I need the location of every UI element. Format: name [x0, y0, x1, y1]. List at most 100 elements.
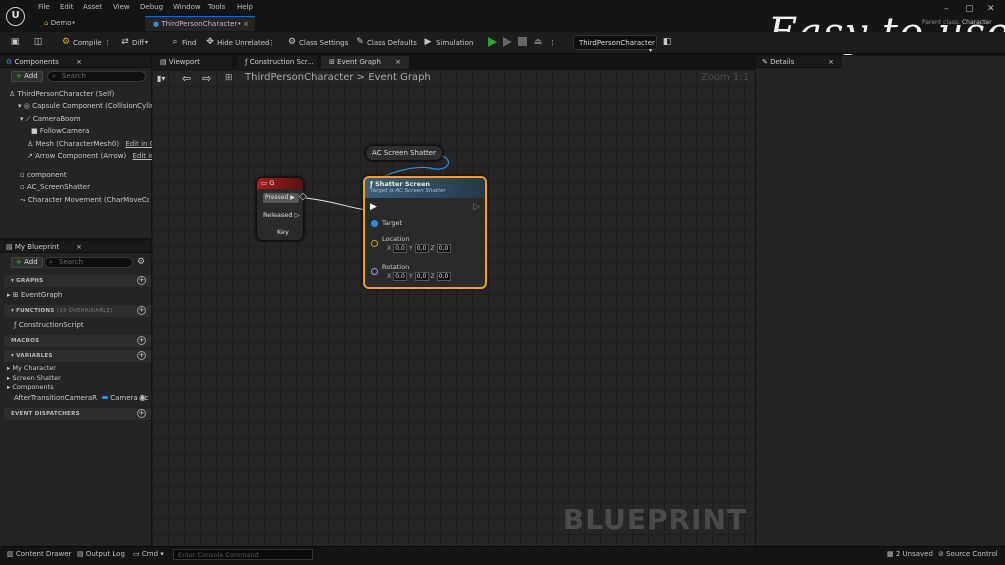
- add-function-icon[interactable]: +: [137, 306, 146, 315]
- exec-out-diamond-icon[interactable]: ◇: [299, 191, 307, 202]
- simulation-button[interactable]: Simulation: [436, 36, 473, 50]
- target-pin-icon[interactable]: [371, 220, 378, 227]
- graphs-section[interactable]: ▾ GRAPHS: [4, 275, 151, 287]
- settings-gear-icon[interactable]: ⚙: [137, 257, 145, 267]
- close-icon[interactable]: ×: [76, 243, 82, 251]
- add-dispatcher-icon[interactable]: +: [137, 409, 146, 418]
- class-settings-button[interactable]: Class Settings: [299, 36, 348, 50]
- play-icon[interactable]: [488, 37, 497, 47]
- component-cameraboom[interactable]: ▾ ⟋ CameraBoom: [20, 115, 81, 124]
- class-defaults-icon[interactable]: ✎: [354, 36, 366, 48]
- location-z-field[interactable]: 0,0: [436, 244, 451, 253]
- class-settings-icon[interactable]: ⚙: [286, 36, 298, 48]
- diff-icon[interactable]: ⇄: [119, 36, 131, 48]
- step-icon[interactable]: [503, 37, 512, 47]
- released-pin[interactable]: Released ▷: [263, 211, 300, 219]
- hide-unrelated-button[interactable]: Hide Unrelated: [217, 36, 270, 50]
- chevron-down-icon[interactable]: ▾: [145, 36, 148, 50]
- compile-button[interactable]: Compile: [73, 36, 102, 50]
- output-log-button[interactable]: ▤ Output Log: [77, 550, 125, 558]
- content-drawer-button[interactable]: ▥ Content Drawer: [7, 550, 71, 558]
- menu-help[interactable]: Help: [237, 3, 253, 11]
- rotation-x-field[interactable]: 0,0: [393, 272, 408, 281]
- tab-event-graph[interactable]: ⊞ Event Graph ×: [321, 56, 409, 69]
- variables-section[interactable]: ▾ VARIABLES: [4, 350, 151, 362]
- more-options-icon[interactable]: ⋮: [268, 36, 275, 50]
- class-defaults-button[interactable]: Class Defaults: [367, 36, 417, 50]
- hide-unrelated-icon[interactable]: ✥: [204, 36, 216, 48]
- close-icon[interactable]: ×: [243, 20, 249, 28]
- functions-section[interactable]: ▾ FUNCTIONS (33 OVERRIDABLE): [4, 305, 151, 317]
- close-icon[interactable]: ×: [828, 58, 834, 66]
- ac-screen-shatter-getter-node[interactable]: AC Screen Shatter: [365, 145, 443, 161]
- variable-group-components[interactable]: ▸ Components: [7, 383, 53, 391]
- compile-options-icon[interactable]: ⋮: [104, 36, 111, 50]
- window-close-icon[interactable]: ✕: [987, 4, 995, 14]
- location-x-field[interactable]: 0,0: [393, 244, 408, 253]
- menu-view[interactable]: View: [113, 3, 130, 11]
- add-graph-icon[interactable]: +: [137, 276, 146, 285]
- close-icon[interactable]: ×: [395, 58, 401, 66]
- menu-asset[interactable]: Asset: [83, 3, 102, 11]
- console-command-input[interactable]: Enter Console Command: [173, 549, 313, 560]
- debug-object-select[interactable]: ThirdPersonCharacter ▾: [573, 35, 657, 54]
- source-control-button[interactable]: ⊘ Source Control: [938, 550, 998, 558]
- blueprint-search-input[interactable]: ⌕ Search: [44, 257, 133, 268]
- unsaved-button[interactable]: ▦ 2 Unsaved: [887, 550, 933, 558]
- doc-tab-blueprint[interactable]: ● ThirdPersonCharacter• ×: [145, 16, 255, 31]
- add-variable-icon[interactable]: +: [137, 351, 146, 360]
- rotation-y-field[interactable]: 0,0: [414, 272, 429, 281]
- component-followcamera[interactable]: ■ FollowCamera: [31, 127, 89, 135]
- event-dispatchers-section[interactable]: EVENT DISPATCHERS: [4, 408, 151, 420]
- menu-window[interactable]: Window: [173, 3, 201, 11]
- eject-icon[interactable]: ⏏: [532, 36, 544, 48]
- play-options-icon[interactable]: ⋮: [549, 36, 556, 50]
- add-macro-icon[interactable]: +: [137, 336, 146, 345]
- rotation-z-field[interactable]: 0,0: [436, 272, 451, 281]
- variable-group-my-character[interactable]: ▸ My Character: [7, 364, 56, 372]
- simulation-icon[interactable]: ▶: [422, 36, 434, 48]
- component-mesh[interactable]: ♙ Mesh (CharacterMesh0) Edit in C++: [27, 140, 166, 148]
- exec-in-pin-icon[interactable]: ▶: [370, 202, 377, 212]
- tab-construction-script[interactable]: ƒ Construction Scr...: [237, 56, 317, 69]
- diff-button[interactable]: Diff: [132, 36, 144, 50]
- maximize-icon[interactable]: ▢: [965, 4, 974, 14]
- components-search-input[interactable]: ⌕ Search: [47, 71, 146, 82]
- unreal-logo-icon[interactable]: U: [6, 7, 25, 26]
- pressed-pin[interactable]: Pressed ▶: [263, 193, 299, 203]
- tab-viewport[interactable]: ▤ Viewport: [152, 56, 232, 69]
- exec-out-pin-icon[interactable]: ▷: [473, 202, 480, 212]
- variable-item[interactable]: AfterTransitionCameraR Camera Actc: [14, 394, 149, 402]
- cmd-selector[interactable]: ▭ Cmd ▾: [133, 550, 164, 558]
- variable-group-screen-shatter[interactable]: ▸ Screen Shatter: [7, 374, 61, 382]
- compile-icon[interactable]: ⚙: [60, 36, 72, 48]
- menu-tools[interactable]: Tools: [208, 3, 225, 11]
- location-pin-icon[interactable]: [371, 240, 378, 247]
- component-generic[interactable]: ▫ component: [20, 171, 67, 179]
- save-icon[interactable]: ▣: [9, 36, 21, 48]
- minimize-icon[interactable]: –: [944, 4, 949, 14]
- key-g-event-node[interactable]: ▭ G Pressed ▶ Released ▷ Key: [256, 177, 304, 241]
- close-icon[interactable]: ×: [76, 58, 82, 66]
- menu-debug[interactable]: Debug: [140, 3, 163, 11]
- component-screenshatter[interactable]: ▫ AC_ScreenShatter: [20, 183, 90, 191]
- find-icon[interactable]: ⌕: [169, 36, 181, 48]
- construction-script-item[interactable]: ƒ ConstructionScript: [14, 321, 84, 329]
- component-self[interactable]: ♙ ThirdPersonCharacter (Self): [9, 90, 114, 98]
- find-button[interactable]: Find: [182, 36, 196, 50]
- visibility-eye-icon[interactable]: ◉: [139, 393, 146, 402]
- component-movement[interactable]: ⤳ Character Movement (CharMoveComp: [20, 196, 149, 205]
- add-member-button[interactable]: + Add: [11, 257, 43, 268]
- shatter-screen-node[interactable]: ƒ Shatter Screen Target is AC Screen Sha…: [363, 176, 487, 289]
- location-y-field[interactable]: 0,0: [414, 244, 429, 253]
- menu-edit[interactable]: Edit: [60, 3, 74, 11]
- rotation-pin-icon[interactable]: [371, 268, 378, 275]
- macros-section[interactable]: MACROS: [4, 335, 151, 347]
- graph-canvas[interactable]: ▮▾ ⇦ ⇨ ⊞ ThirdPersonCharacter > Event Gr…: [152, 70, 755, 546]
- add-component-button[interactable]: + Add: [11, 71, 43, 82]
- event-graph-item[interactable]: ▸ ⊞ EventGraph: [7, 291, 62, 299]
- browse-icon[interactable]: ◫: [32, 36, 44, 48]
- menu-file[interactable]: File: [38, 3, 50, 11]
- key-pin[interactable]: Key: [277, 228, 289, 236]
- debug-filter-icon[interactable]: ◧: [661, 36, 673, 48]
